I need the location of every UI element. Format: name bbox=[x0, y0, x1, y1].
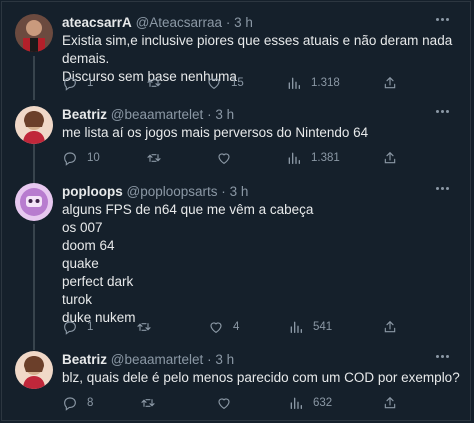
reply-icon bbox=[64, 77, 76, 91]
more-icon[interactable] bbox=[436, 355, 452, 365]
user-handle[interactable]: @beaamartelet bbox=[111, 352, 204, 367]
like-count: 15 bbox=[231, 77, 244, 89]
separator-dot: · bbox=[225, 15, 231, 30]
more-icon[interactable] bbox=[436, 187, 452, 197]
retweet-icon bbox=[141, 399, 155, 407]
tweet-header: Beatriz @beaamartelet · 3 h bbox=[62, 106, 234, 124]
tweet-header: ateacsarrA @Ateacsarraa · 3 h bbox=[62, 14, 253, 32]
avatar[interactable] bbox=[15, 351, 53, 389]
like-icon bbox=[208, 78, 220, 89]
timestamp[interactable]: 3 h bbox=[234, 15, 253, 30]
reply-count: 1 bbox=[87, 77, 94, 89]
timestamp[interactable]: 3 h bbox=[215, 107, 234, 122]
like-count: 4 bbox=[233, 321, 240, 333]
tweet-actions: 1 4 541 bbox=[62, 318, 462, 336]
retweet-icon bbox=[147, 154, 161, 162]
share-icon bbox=[384, 151, 396, 164]
tweet-actions: 8 632 bbox=[62, 394, 462, 412]
like-button[interactable] bbox=[216, 394, 232, 412]
reply-button[interactable]: 1 bbox=[62, 74, 93, 92]
display-name[interactable]: ateacsarrA bbox=[62, 15, 132, 30]
retweet-icon bbox=[147, 79, 161, 87]
views-count: 1.381 bbox=[311, 152, 340, 164]
user-handle[interactable]: @poploopsarts bbox=[127, 184, 218, 199]
views-button[interactable]: 541 bbox=[288, 318, 332, 336]
retweet-button[interactable] bbox=[140, 394, 156, 412]
thread-line bbox=[33, 224, 35, 350]
retweet-button[interactable] bbox=[146, 74, 162, 92]
thread-line bbox=[33, 56, 35, 100]
share-button[interactable] bbox=[382, 149, 398, 167]
timestamp[interactable]: 3 h bbox=[230, 184, 249, 199]
user-handle[interactable]: @Ateacsarraa bbox=[136, 15, 223, 30]
share-button[interactable] bbox=[382, 318, 398, 336]
display-name[interactable]: Beatriz bbox=[62, 352, 107, 367]
more-icon[interactable] bbox=[436, 110, 452, 120]
views-button[interactable]: 632 bbox=[288, 394, 332, 412]
retweet-button[interactable] bbox=[146, 149, 162, 167]
share-icon bbox=[384, 396, 396, 409]
separator-dot: · bbox=[207, 107, 212, 122]
like-button[interactable]: 15 bbox=[206, 74, 244, 92]
tweet-header: Beatriz @beaamartelet · 3 h bbox=[62, 351, 234, 369]
avatar[interactable] bbox=[15, 183, 53, 221]
tweet-header: poploops @poploopsarts · 3 h bbox=[62, 183, 248, 201]
reply-button[interactable]: 1 bbox=[62, 318, 93, 336]
tweet-text: me lista aí os jogos mais perversos do N… bbox=[62, 125, 369, 140]
display-name[interactable]: Beatriz bbox=[62, 107, 107, 122]
views-count: 632 bbox=[313, 397, 333, 409]
views-icon bbox=[288, 152, 300, 164]
avatar[interactable] bbox=[15, 14, 53, 52]
user-handle[interactable]: @beaamartelet bbox=[111, 107, 204, 122]
display-name[interactable]: poploops bbox=[62, 184, 123, 199]
like-icon bbox=[218, 153, 230, 164]
thread-line bbox=[33, 140, 35, 184]
views-count: 541 bbox=[313, 321, 333, 333]
reply-icon bbox=[64, 397, 76, 411]
reply-count: 8 bbox=[87, 397, 94, 409]
views-icon bbox=[290, 321, 302, 333]
reply-icon bbox=[64, 152, 76, 166]
views-button[interactable]: 1.318 bbox=[286, 74, 340, 92]
tweet-text: blz, quais dele é pelo menos parecido co… bbox=[62, 370, 460, 385]
reply-button[interactable]: 10 bbox=[62, 149, 100, 167]
retweet-icon bbox=[137, 323, 151, 331]
share-icon bbox=[384, 320, 396, 333]
reply-count: 10 bbox=[87, 152, 100, 164]
reply-button[interactable]: 8 bbox=[62, 394, 93, 412]
views-button[interactable]: 1.381 bbox=[286, 149, 340, 167]
share-icon bbox=[384, 76, 396, 89]
timestamp[interactable]: 3 h bbox=[215, 352, 234, 367]
avatar[interactable] bbox=[15, 106, 53, 144]
views-icon bbox=[288, 77, 300, 89]
reply-icon bbox=[64, 321, 76, 335]
more-icon[interactable] bbox=[436, 18, 452, 28]
like-button[interactable]: 4 bbox=[208, 318, 239, 336]
tweet-text: alguns FPS de n64 que me vêm a cabeça os… bbox=[62, 202, 314, 325]
retweet-button[interactable] bbox=[136, 318, 152, 336]
tweet-actions: 10 1.381 bbox=[62, 149, 462, 167]
views-icon bbox=[290, 397, 302, 409]
reply-count: 1 bbox=[87, 321, 94, 333]
like-icon bbox=[210, 322, 222, 333]
tweet-actions: 1 15 1.318 bbox=[62, 74, 462, 92]
separator-dot: · bbox=[221, 184, 226, 199]
views-count: 1.318 bbox=[311, 77, 340, 89]
share-button[interactable] bbox=[382, 74, 398, 92]
share-button[interactable] bbox=[382, 394, 398, 412]
separator-dot: · bbox=[207, 352, 212, 367]
like-button[interactable] bbox=[216, 149, 232, 167]
like-icon bbox=[218, 398, 230, 409]
